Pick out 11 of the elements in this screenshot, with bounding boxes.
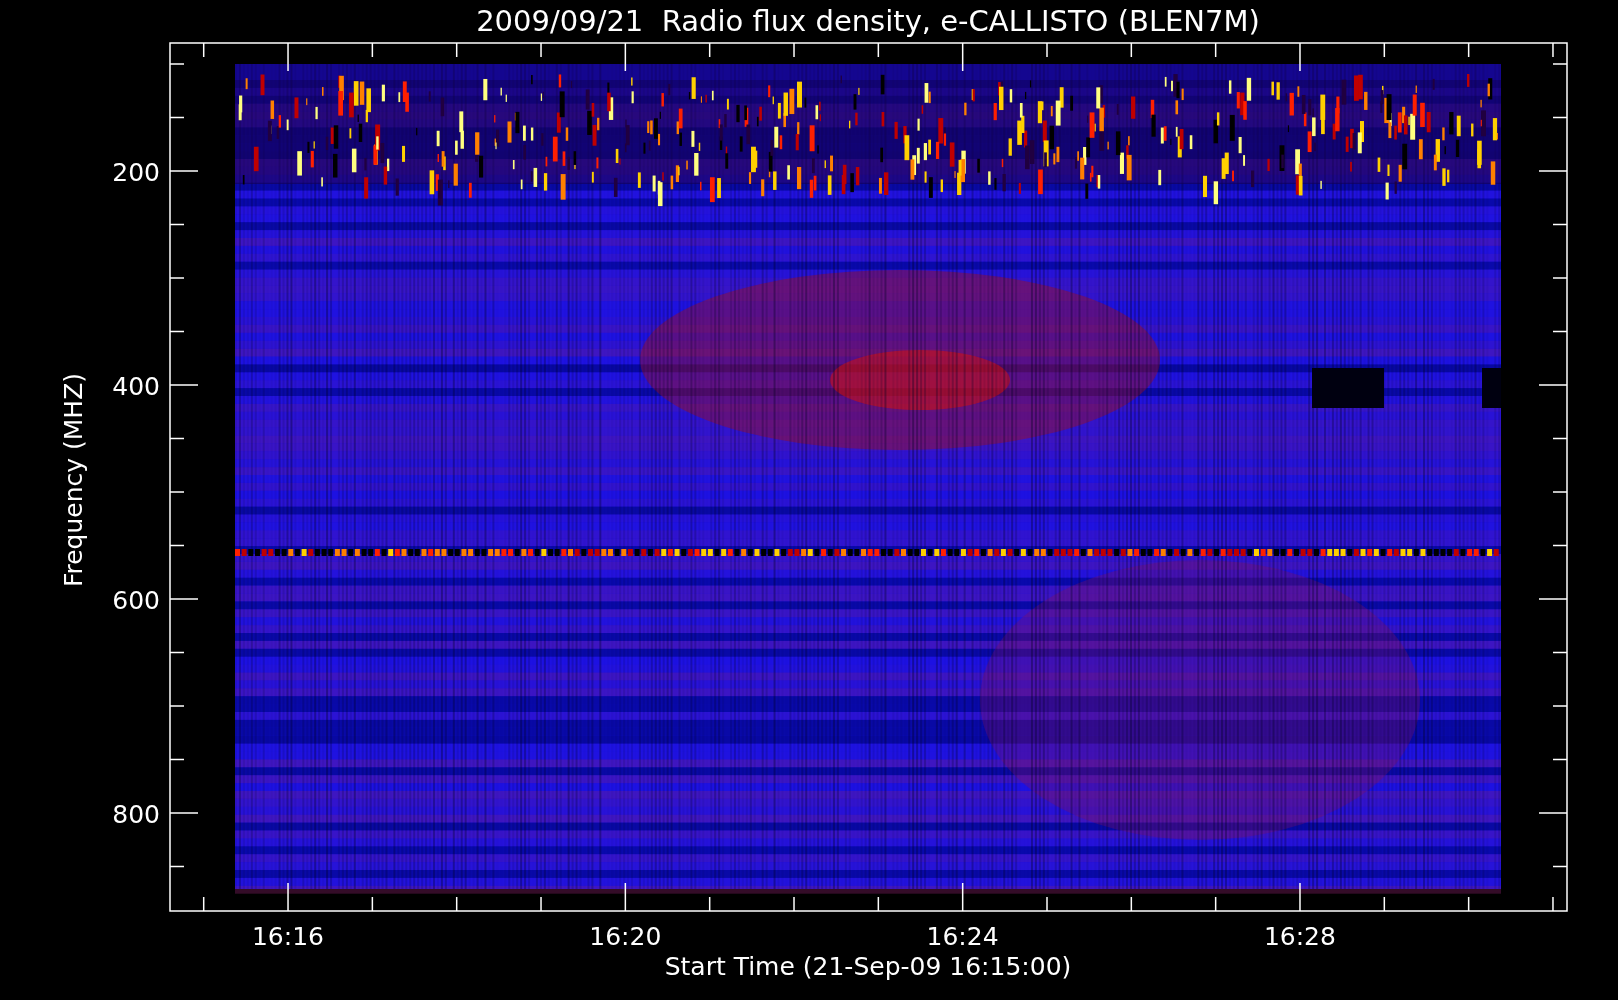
y-tick-label: 400 (112, 372, 160, 401)
x-tick-label: 16:28 (1263, 922, 1336, 951)
x-tick-label: 16:20 (589, 922, 662, 951)
x-axis-label: Start Time (21-Sep-09 16:15:00) (664, 952, 1072, 981)
chart-title: 2009/09/21 Radio flux density, e-CALLISTO (BLEN7M) (476, 4, 1260, 38)
y-tick-label: 600 (112, 586, 160, 615)
x-tick-label: 16:24 (926, 922, 999, 951)
y-axis-label: Frequency (MHZ) (59, 372, 88, 588)
y-tick-label: 200 (112, 158, 160, 187)
x-tick-label: 16:16 (252, 922, 324, 951)
y-tick-label: 800 (112, 800, 160, 829)
